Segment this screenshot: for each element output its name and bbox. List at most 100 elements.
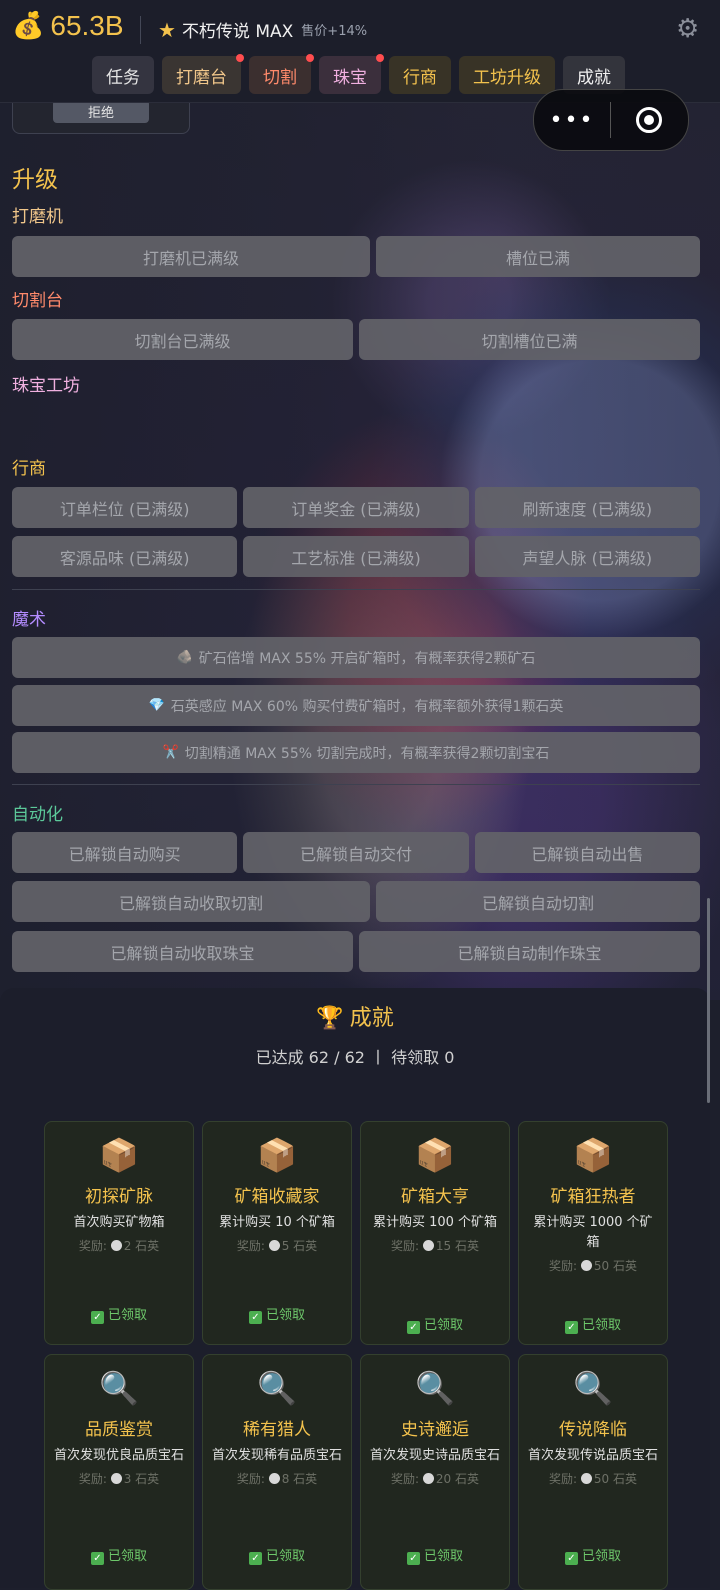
cutter-slots-full-button[interactable]: 切割槽位已满 — [359, 319, 700, 360]
achievement-desc: 首次发现稀有品质宝石 — [211, 1448, 342, 1463]
money-bag-icon: 💰 — [12, 11, 45, 41]
tab-label: 任务 — [106, 67, 140, 88]
claimed-status: ✓ 已领取 — [361, 1545, 509, 1565]
claimed-label: 已领取 — [107, 1308, 147, 1323]
grinder-row: 打磨机已满级 槽位已满 — [12, 236, 700, 277]
tab-task[interactable]: 任务 — [92, 56, 154, 94]
auto-buy-button[interactable]: 已解锁自动购买 — [12, 832, 238, 873]
claimed-label: 已领取 — [107, 1549, 147, 1564]
achievement-title: 矿箱大亨 — [401, 1187, 469, 1207]
achievement-card[interactable]: 🔍 史诗邂逅 首次发现史诗品质宝石 奖励: 20 石英 ✓ 已领取 — [360, 1354, 510, 1590]
upgrade-heading: 升级 — [12, 167, 58, 193]
achievement-card[interactable]: 📦 矿箱收藏家 累计购买 10 个矿箱 奖励: 5 石英 ✓ 已领取 — [202, 1121, 352, 1345]
reward-prefix: 奖励: — [236, 1472, 269, 1486]
reward-amount: 50 — [593, 1472, 610, 1486]
achievement-desc: 累计购买 1000 个矿箱 — [533, 1215, 653, 1250]
reward-prefix: 奖励: — [549, 1259, 581, 1273]
reward-amount: 20 — [435, 1472, 452, 1486]
tab-jewelry[interactable]: 珠宝 — [319, 54, 384, 94]
achievement-card[interactable]: 🔍 传说降临 首次发现传说品质宝石 奖励: 50 石英 ✓ 已领取 — [518, 1354, 668, 1590]
achievements-stats: 已达成 62 / 62 丨 待领取 0 — [255, 1048, 455, 1067]
achievement-reward: 奖励: 20 石英 — [361, 1470, 509, 1487]
auto-cut-button[interactable]: 已解锁自动切割 — [376, 881, 700, 922]
reward-amount: 15 — [435, 1239, 452, 1253]
check-icon: ✓ — [248, 1552, 262, 1565]
claimed-status: ✓ 已领取 — [203, 1545, 351, 1565]
achievement-desc: 首次发现传说品质宝石 — [527, 1448, 658, 1463]
merchant-row-1: 订单栏位 (已满级) 订单奖金 (已满级) 刷新速度 (已满级) — [12, 487, 700, 528]
grinder-label: 打磨机 — [12, 207, 63, 227]
claimed-label: 已领取 — [581, 1549, 621, 1564]
magic-cutting-mastery[interactable]: ✂️ 切割精通 MAX 55% 切割完成时，有概率获得2颗切割宝石 — [12, 732, 700, 773]
customer-taste-button[interactable]: 客源品味 (已满级) — [12, 536, 238, 577]
grinder-maxed-button[interactable]: 打磨机已满级 — [12, 236, 370, 277]
tab-label: 珠宝 — [333, 67, 367, 88]
header-divider — [140, 16, 141, 44]
order-bonus-button[interactable]: 订单奖金 (已满级) — [243, 487, 469, 528]
reward-suffix: 石英 — [451, 1239, 479, 1253]
auto-sell-button[interactable]: 已解锁自动出售 — [474, 832, 700, 873]
reward-suffix: 石英 — [609, 1259, 637, 1273]
trophy-icon: 🏆 — [316, 1006, 344, 1031]
claimed-status: ✓ 已领取 — [519, 1545, 667, 1565]
quartz-coin-icon — [110, 1240, 122, 1251]
magic-quartz-sense[interactable]: 💎 石英感应 MAX 60% 购买付费矿箱时，有概率额外获得1颗石英 — [12, 685, 700, 726]
magic-text: 石英感应 MAX 60% 购买付费矿箱时，有概率额外获得1颗石英 — [170, 698, 564, 715]
order-slots-button[interactable]: 订单栏位 (已满级) — [12, 487, 238, 528]
refresh-speed-button[interactable]: 刷新速度 (已满级) — [474, 487, 700, 528]
reputation-button[interactable]: 声望人脉 (已满级) — [474, 536, 700, 577]
magic-text: 切割精通 MAX 55% 切割完成时，有概率获得2颗切割宝石 — [184, 745, 550, 762]
tab-label: 工坊升级 — [473, 67, 541, 88]
achievement-card[interactable]: 📦 矿箱狂热者 累计购买 1000 个矿箱 奖励: 50 石英 ✓ 已领取 — [518, 1121, 668, 1345]
achievement-card[interactable]: 📦 矿箱大亨 累计购买 100 个矿箱 奖励: 15 石英 ✓ 已领取 — [360, 1121, 510, 1345]
reward-suffix: 石英 — [451, 1472, 479, 1486]
achievement-card[interactable]: 🔍 稀有猎人 首次发现稀有品质宝石 奖励: 8 石英 ✓ 已领取 — [202, 1354, 352, 1590]
gear-icon[interactable]: ⚙ — [676, 14, 699, 44]
automation-label: 自动化 — [12, 805, 63, 825]
auto-deliver-button[interactable]: 已解锁自动交付 — [243, 832, 469, 873]
check-icon: ✓ — [564, 1552, 578, 1565]
auto-collect-jewelry-button[interactable]: 已解锁自动收取珠宝 — [12, 931, 353, 972]
craft-standard-button[interactable]: 工艺标准 (已满级) — [243, 536, 469, 577]
tab-cutting[interactable]: 切割 — [249, 54, 314, 94]
tab-grinder[interactable]: 打磨台 — [162, 54, 244, 94]
achievement-reward: 奖励: 2 石英 — [45, 1237, 193, 1254]
automation-row-2: 已解锁自动收取切割 已解锁自动切割 — [12, 881, 700, 922]
magic-label: 魔术 — [12, 610, 46, 630]
quartz-coin-icon — [580, 1260, 592, 1271]
achievement-desc: 累计购买 100 个矿箱 — [372, 1215, 498, 1230]
more-dots-icon[interactable]: ••• — [534, 108, 610, 133]
auto-craft-jewelry-button[interactable]: 已解锁自动制作珠宝 — [359, 931, 700, 972]
reject-button[interactable]: 拒绝 — [53, 100, 149, 123]
reward-prefix: 奖励: — [391, 1472, 423, 1486]
achievement-title: 史诗邂逅 — [401, 1420, 469, 1440]
claimed-status: ✓ 已领取 — [361, 1314, 509, 1334]
achievement-desc: 首次发现优良品质宝石 — [53, 1448, 184, 1463]
claimed-label: 已领取 — [423, 1549, 463, 1564]
notification-dot — [306, 54, 314, 62]
achievement-title: 传说降临 — [559, 1420, 627, 1440]
reward-suffix: 石英 — [289, 1472, 318, 1486]
star-icon: ★ — [158, 17, 176, 42]
claimed-label: 已领取 — [423, 1318, 463, 1333]
tab-workshop-upgrade[interactable]: 工坊升级 — [459, 56, 555, 94]
achievement-title: 品质鉴赏 — [85, 1420, 153, 1440]
achievement-desc: 累计购买 10 个矿箱 — [219, 1215, 335, 1230]
quartz-coin-icon — [110, 1473, 122, 1484]
achievement-card[interactable]: 🔍 品质鉴赏 首次发现优良品质宝石 奖励: 3 石英 ✓ 已领取 — [44, 1354, 194, 1590]
tab-merchant[interactable]: 行商 — [389, 56, 451, 94]
cutter-maxed-button[interactable]: 切割台已满级 — [12, 319, 353, 360]
scrollbar[interactable] — [707, 898, 710, 1103]
auto-collect-cut-button[interactable]: 已解锁自动收取切割 — [12, 881, 370, 922]
money-value: 65.3B — [50, 10, 124, 41]
check-icon: ✓ — [406, 1552, 420, 1565]
grinder-slots-full-button[interactable]: 槽位已满 — [376, 236, 700, 277]
achievement-card[interactable]: 📦 初探矿脉 首次购买矿物箱 奖励: 2 石英 ✓ 已领取 — [44, 1121, 194, 1345]
jewelry-workshop-label: 珠宝工坊 — [12, 376, 80, 396]
magic-text: 矿石倍增 MAX 55% 开启矿箱时，有概率获得2颗矿石 — [198, 650, 536, 667]
box-icon: 📦 — [573, 1136, 613, 1174]
tab-label: 行商 — [403, 67, 437, 88]
automation-row-3: 已解锁自动收取珠宝 已解锁自动制作珠宝 — [12, 931, 700, 972]
magic-ore-multiplier[interactable]: 🪨 矿石倍增 MAX 55% 开启矿箱时，有概率获得2颗矿石 — [12, 637, 700, 678]
capsule-close-button[interactable] — [611, 107, 687, 133]
